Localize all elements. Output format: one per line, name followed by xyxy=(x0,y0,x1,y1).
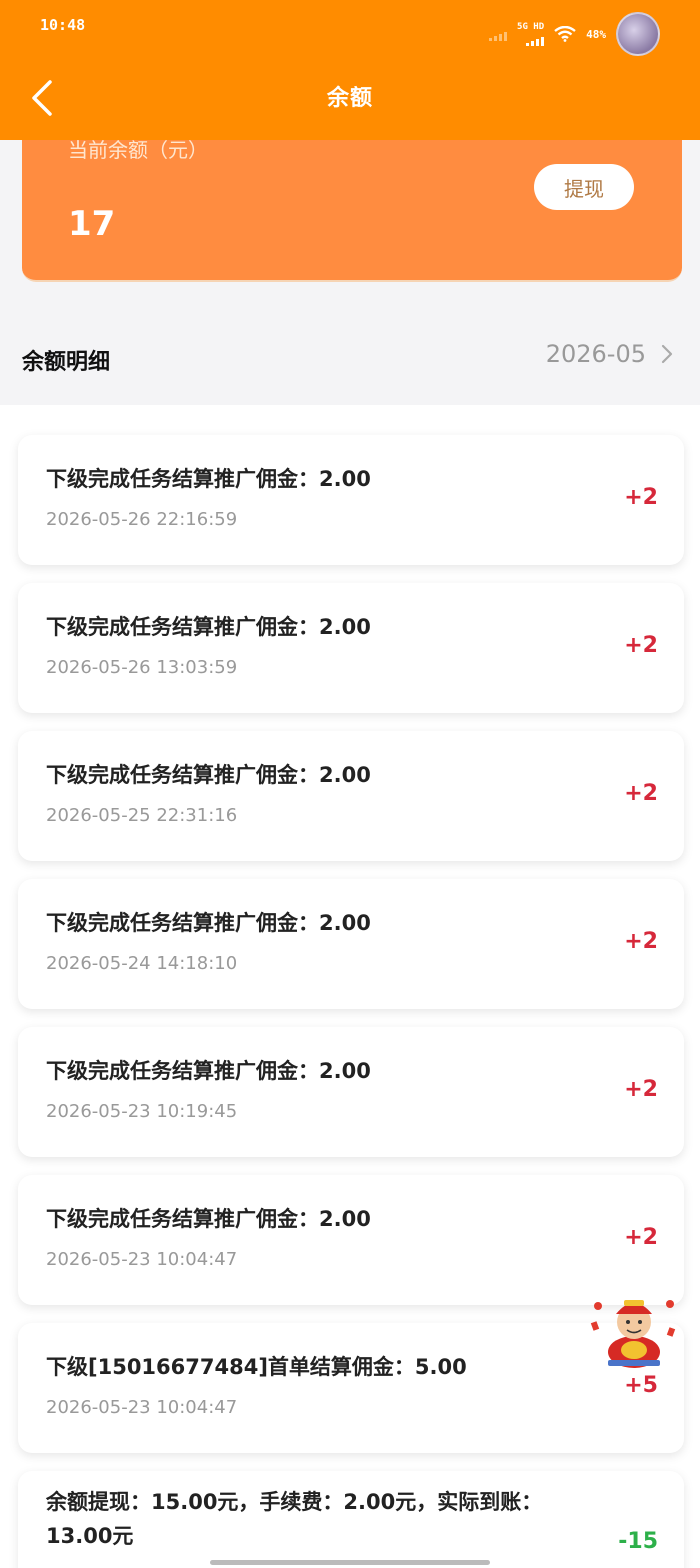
record-description: 下级完成任务结算推广佣金：2.00 xyxy=(46,615,371,639)
signal-icon xyxy=(526,32,545,46)
details-title: 余额明细 xyxy=(22,350,111,375)
app-bar: 10:48 5G HD 48% 余额 xyxy=(0,0,700,140)
record-description: 余额提现：15.00元，手续费：2.00元，实际到账：13.00元 xyxy=(46,1490,543,1548)
status-time: 10:48 xyxy=(40,16,86,34)
record-item[interactable]: 下级[15016677484]首单结算佣金：5.00 2026-05-23 10… xyxy=(18,1323,684,1453)
record-amount: +2 xyxy=(624,485,658,510)
record-amount: +5 xyxy=(624,1373,658,1398)
home-indicator[interactable] xyxy=(210,1560,490,1565)
record-amount: -15 xyxy=(618,1529,658,1554)
record-time: 2026-05-24 14:18:10 xyxy=(46,953,238,974)
record-description: 下级完成任务结算推广佣金：2.00 xyxy=(46,1059,371,1083)
record-item[interactable]: 下级完成任务结算推广佣金：2.00 2026-05-24 14:18:10 +2 xyxy=(18,879,684,1009)
details-header: 余额明细 2026-05 xyxy=(0,310,700,405)
record-amount: +2 xyxy=(624,1225,658,1250)
assistant-bubble-icon[interactable] xyxy=(616,12,660,56)
record-amount: +2 xyxy=(624,929,658,954)
fortune-mascot-icon[interactable] xyxy=(588,1292,680,1370)
record-description: 下级完成任务结算推广佣金：2.00 xyxy=(46,911,371,935)
record-description: 下级[15016677484]首单结算佣金：5.00 xyxy=(46,1355,467,1379)
signal-sim2-icon xyxy=(489,27,508,41)
balance-amount: 17 xyxy=(68,204,116,244)
battery-level: 48% xyxy=(586,27,606,41)
network-type: 5G HD xyxy=(517,21,545,32)
month-value: 2026-05 xyxy=(545,340,646,368)
withdraw-button[interactable]: 提现 xyxy=(534,164,634,210)
record-description: 下级完成任务结算推广佣金：2.00 xyxy=(46,1207,371,1231)
record-amount: +2 xyxy=(624,781,658,806)
record-item[interactable]: 下级完成任务结算推广佣金：2.00 2026-05-26 22:16:59 +2 xyxy=(18,435,684,565)
record-time: 2026-05-23 10:04:47 xyxy=(46,1397,238,1418)
record-item[interactable]: 余额提现：15.00元，手续费：2.00元，实际到账：13.00元 -15 xyxy=(18,1471,684,1568)
record-item[interactable]: 下级完成任务结算推广佣金：2.00 2026-05-23 10:04:47 +2 xyxy=(18,1175,684,1305)
month-picker[interactable]: 2026-05 xyxy=(546,340,674,368)
chevron-right-icon xyxy=(661,344,673,364)
signal-group: 5G HD xyxy=(517,21,545,46)
record-amount: +2 xyxy=(624,1077,658,1102)
record-item[interactable]: 下级完成任务结算推广佣金：2.00 2026-05-23 10:19:45 +2 xyxy=(18,1027,684,1157)
record-description: 下级完成任务结算推广佣金：2.00 xyxy=(46,467,371,491)
record-item[interactable]: 下级完成任务结算推广佣金：2.00 2026-05-26 13:03:59 +2 xyxy=(18,583,684,713)
record-time: 2026-05-26 22:16:59 xyxy=(46,509,238,530)
record-amount: +2 xyxy=(624,633,658,658)
wifi-icon xyxy=(554,26,576,42)
record-time: 2026-05-23 10:19:45 xyxy=(46,1101,238,1122)
record-time: 2026-05-23 10:04:47 xyxy=(46,1249,238,1270)
record-description: 下级完成任务结算推广佣金：2.00 xyxy=(46,763,371,787)
record-time: 2026-05-26 13:03:59 xyxy=(46,657,238,678)
page-title: 余额 xyxy=(326,86,373,111)
record-time: 2026-05-25 22:31:16 xyxy=(46,805,238,826)
record-item[interactable]: 下级完成任务结算推广佣金：2.00 2026-05-25 22:31:16 +2 xyxy=(18,731,684,861)
status-bar: 10:48 5G HD 48% xyxy=(0,0,700,56)
status-icons: 5G HD 48% xyxy=(489,12,660,56)
